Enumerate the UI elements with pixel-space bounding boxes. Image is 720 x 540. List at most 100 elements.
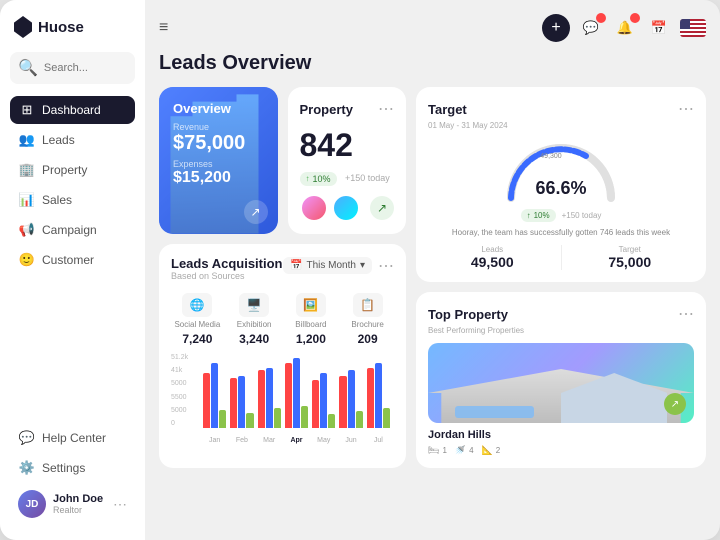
search-box[interactable]: 🔍 [10,52,135,84]
bar-green-apr [301,406,308,428]
source-exhibition: 🖥️ Exhibition 3,240 [228,293,281,346]
svg-text:49,300: 49,300 [540,153,562,160]
property-card-title: Property [300,102,353,117]
brochure-icon: 📋 [353,293,383,317]
target-title: Target [428,102,467,117]
bar-group-jul [367,363,390,428]
logo-text: Huose [38,19,84,36]
source-brochure: 📋 Brochure 209 [341,293,394,346]
bar-blue-jun [348,370,355,428]
bar-blue-jul [375,363,382,428]
x-label-jul: Jul [367,437,390,444]
leads-card: Leads Acquisition Based on Sources 📅 Thi… [159,244,406,469]
sidebar-item-dashboard[interactable]: ⊞ Dashboard [10,96,135,124]
leads-header: Leads Acquisition Based on Sources 📅 Thi… [171,256,394,289]
bar-blue-may [320,373,327,428]
top-bar: ≡ + 💬 🔔 📅 [159,14,706,42]
area-icon: 📐 [482,445,493,456]
sidebar-item-settings[interactable]: ⚙️ Settings [10,454,135,482]
leads-menu-icon[interactable]: ⋯ [378,256,394,276]
sidebar-item-customer[interactable]: 🙂 Customer [10,246,135,274]
chevron-down-icon: ▾ [360,260,365,271]
sidebar-item-campaign[interactable]: 📢 Campaign [10,216,135,244]
bar-blue-feb [238,376,245,428]
left-column: Overview Revenue $75,000 Expenses $15,20… [159,87,406,468]
bath-icon: 🚿 [455,445,466,456]
bar-green-jun [356,411,363,428]
bar-group-jan [203,363,226,428]
target-date: 01 May - 31 May 2024 [428,121,694,130]
target-menu-icon[interactable]: ⋯ [678,99,694,119]
dashboard-icon: ⊞ [20,103,34,117]
hamburger-icon[interactable]: ≡ [159,19,168,37]
calendar-button[interactable]: 📅 [646,15,672,41]
sidebar-item-property[interactable]: 🏢 Property [10,156,135,184]
logo: Huose [10,16,135,38]
bar-red-feb [230,378,237,428]
dashboard-grid: Overview Revenue $75,000 Expenses $15,20… [159,87,706,526]
bar-green-jul [383,408,390,428]
bath-feature: 🚿 4 [455,445,474,456]
sidebar-item-help[interactable]: 💬 Help Center [10,424,135,452]
bar-green-jan [219,410,226,428]
sidebar-item-sales[interactable]: 📊 Sales [10,186,135,214]
bar-red-may [312,380,319,428]
customer-icon: 🙂 [20,253,34,267]
sources-row: 🌐 Social Media 7,240 🖥️ Exhibition 3,240… [171,293,394,346]
target-note: Hooray, the team has successfully gotten… [428,228,694,237]
message-button[interactable]: 💬 [578,15,604,41]
bar-red-jan [203,373,210,428]
top-actions: + 💬 🔔 📅 [542,14,706,42]
user-role: Realtor [53,505,106,515]
main-content: ≡ + 💬 🔔 📅 Leads Overview [145,0,720,540]
property-features: 🛏 1 🚿 4 📐 2 [428,445,694,456]
target-header: Target ⋯ [428,99,694,119]
user-profile[interactable]: JD John Doe Realtor ⋯ [10,484,135,524]
language-button[interactable] [680,19,706,37]
x-label-may: May [312,437,335,444]
target-badge-note: +150 today [562,211,602,220]
stats-divider [561,245,562,270]
search-input[interactable] [44,62,127,74]
target-stats: Leads 49,500 Target 75,000 [428,245,694,270]
user-menu-icon[interactable]: ⋯ [113,496,127,513]
overview-arrow-button[interactable]: ↗ [244,200,268,224]
leads-title: Leads Acquisition [171,256,282,271]
property-card: Property ⋯ 842 ↑ 10% +150 today ↗ [288,87,407,234]
social-media-icon: 🌐 [182,293,212,317]
sidebar-item-leads[interactable]: 👥 Leads [10,126,135,154]
property-arrow-button[interactable]: ↗ [370,196,394,220]
property-icon: 🏢 [20,163,34,177]
bar-group-apr [285,358,308,428]
expenses-value: $15,200 [173,169,264,187]
bar-blue-apr [293,358,300,428]
help-icon: 💬 [20,431,34,445]
chart-x-labels: JanFebMarAprMayJunJul [199,437,394,444]
sidebar: Huose 🔍 ⊞ Dashboard 👥 Leads 🏢 Property 📊… [0,0,145,540]
area-feature: 📐 2 [482,445,501,456]
revenue-label: Revenue [173,122,264,132]
bar-red-jun [339,376,346,428]
leads-filter-button[interactable]: 📅 This Month ▾ [283,257,372,274]
property-image-arrow-button[interactable]: ↗ [664,393,686,415]
leads-subtitle: Based on Sources [171,271,282,281]
property-image [428,343,694,423]
top-property-subtitle: Best Performing Properties [428,326,694,335]
bar-blue-jan [211,363,218,428]
x-label-jun: Jun [339,437,362,444]
add-button[interactable]: + [542,14,570,42]
target-badge: ↑ 10% [521,209,556,222]
pool-shape [455,406,535,418]
top-prop-header: Top Property ⋯ [428,304,694,324]
notification-button[interactable]: 🔔 [612,15,638,41]
property-menu-icon[interactable]: ⋯ [378,99,394,119]
top-property-menu-icon[interactable]: ⋯ [678,304,694,324]
x-label-apr: Apr [285,437,308,444]
bar-group-feb [230,376,253,428]
target-card: Target ⋯ 01 May - 31 May 2024 49,300 [416,87,706,282]
stat-target: Target 75,000 [566,245,695,270]
leads-icon: 👥 [20,133,34,147]
property-image-card: ↗ [428,343,694,423]
message-badge [596,13,606,23]
user-name: John Doe [53,493,106,505]
